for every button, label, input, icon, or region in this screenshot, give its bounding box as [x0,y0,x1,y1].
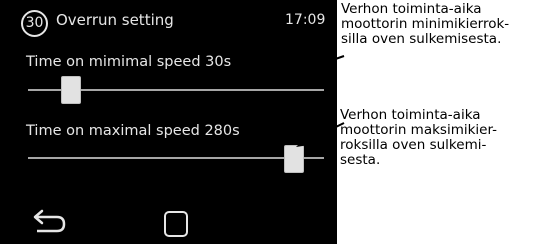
arrowhead-2 [296,137,309,147]
annotation-arrow-1 [286,55,345,77]
annotation-arrow-2 [304,122,345,143]
annotation-max-speed: Verhon toiminta-aika moottorin maksimiki… [340,107,498,168]
arrowhead-1 [278,71,291,80]
annotation-min-speed: Verhon toiminta-aika moottorin minimikie… [341,1,510,47]
